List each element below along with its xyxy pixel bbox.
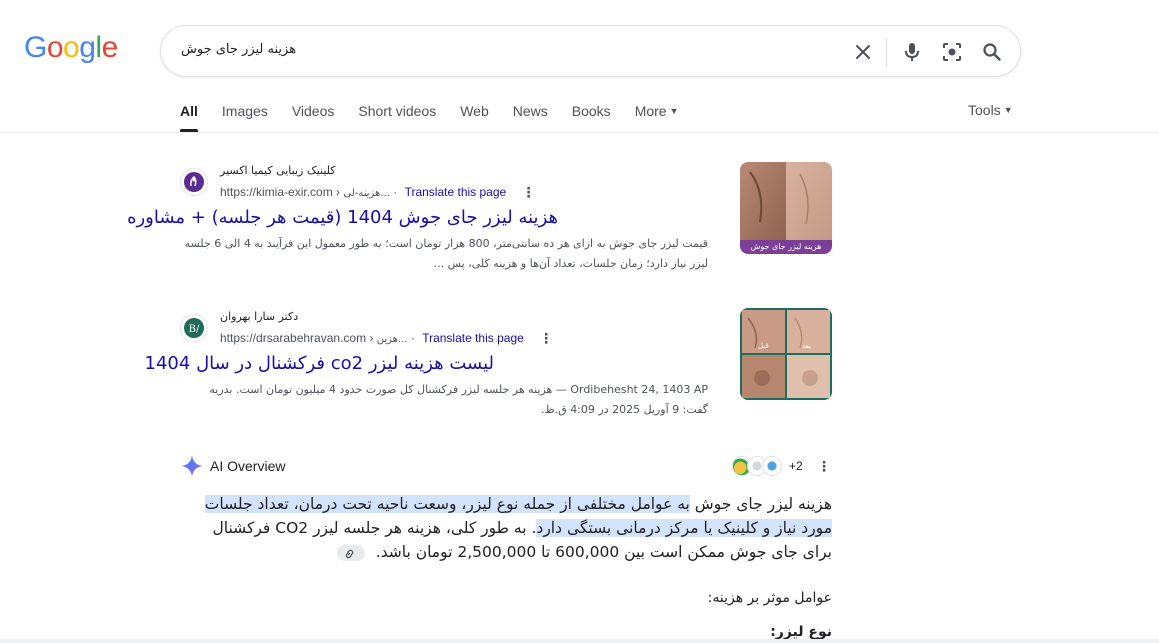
tab-news[interactable]: News — [513, 102, 548, 132]
result-thumbnail[interactable]: هزینه لیزر جای جوش — [740, 162, 832, 254]
thumbnail-caption: هزینه لیزر جای جوش — [750, 242, 822, 251]
search-result: B/ دکتر سارا بهروان https://drsarabehrav… — [145, 308, 832, 423]
citation-link-chip[interactable] — [336, 544, 365, 561]
site-name[interactable]: دکتر سارا بهروان — [220, 310, 298, 323]
site-url-line: https://kimia-exir.com › هزینه-لی... · T… — [220, 184, 536, 201]
tab-more[interactable]: More ▼ — [635, 102, 679, 132]
search-result: کلینیک زیبایی کیمیا اکسیر https://kimia-… — [127, 162, 832, 277]
tab-short-videos[interactable]: Short videos — [358, 102, 436, 132]
search-tabs: All Images Videos Short videos Web News … — [180, 102, 703, 132]
ai-overview-paragraph: هزینه لیزر جای جوش به عوامل مختلفی از جم… — [180, 492, 832, 564]
search-box[interactable]: هزینه لیزر جای جوش — [160, 25, 1021, 77]
tab-all[interactable]: All — [180, 102, 198, 132]
result-thumbnail[interactable]: قبل بعد — [740, 308, 832, 400]
tab-label: News — [512, 103, 548, 119]
site-favicon[interactable] — [180, 168, 208, 196]
url-breadcrumb: هزین... — [376, 334, 408, 345]
tab-label: All — [180, 103, 198, 119]
site-url[interactable]: https://kimia-exir.com — [220, 185, 333, 199]
site-url[interactable]: https://drsarabehravan.com — [220, 331, 366, 345]
snippet-line: لیزر نیاز دارد؛ زمان جلسات، تعداد آن‌ها … — [433, 257, 708, 270]
snippet-line: گفت: 9 آوریل 2025 در 4:09 ق.ظ. — [540, 403, 708, 416]
tab-label: Books — [571, 103, 611, 119]
search-icon[interactable] — [979, 39, 1005, 65]
tools-button[interactable]: Tools ▼ — [968, 102, 1013, 118]
ai-overview-title: AI Overview — [210, 458, 286, 474]
snippet-line: Ordibehesht 24, 1403 AP — هزینه هر جلسه … — [209, 383, 708, 396]
result-title[interactable]: هزینه لیزر جای جوش 1404 (قیمت هر جلسه) +… — [127, 207, 558, 228]
header-divider — [0, 132, 1159, 133]
svg-text:B/: B/ — [189, 324, 200, 335]
tab-web[interactable]: Web — [460, 102, 489, 132]
search-input[interactable]: هزینه لیزر جای جوش — [181, 42, 296, 57]
sources-more-count[interactable]: +2 — [789, 459, 803, 473]
microphone-icon[interactable] — [899, 39, 925, 65]
logo-letter: g — [79, 31, 96, 64]
result-snippet: قیمت لیزر جای جوش به ازای هر ده سانتی‌مت… — [180, 234, 708, 274]
site-favicon[interactable]: B/ — [180, 314, 208, 342]
tab-label: Images — [221, 103, 268, 119]
source-favicon[interactable] — [762, 456, 782, 476]
ai-subheading: عوامل موثر بر هزینه: — [707, 590, 832, 606]
result-title[interactable]: لیست هزینه لیزر co2 فرکشنال در سال 1404 — [145, 353, 494, 374]
caret-down-icon: ▼ — [669, 106, 679, 116]
lens-icon[interactable] — [939, 39, 965, 65]
ai-sources[interactable]: +2 — [732, 456, 803, 476]
url-breadcrumb: هزینه-لی... — [343, 188, 390, 199]
sparkle-icon — [180, 454, 204, 483]
tools-label: Tools — [968, 102, 1001, 118]
thumbnail-label-before: قبل — [758, 342, 769, 350]
clear-icon[interactable] — [850, 39, 876, 65]
dot-separator: · — [410, 331, 419, 345]
more-options-icon[interactable]: ⋮ — [522, 184, 536, 201]
tab-label: More — [634, 103, 667, 119]
google-logo[interactable]: Google — [24, 33, 118, 63]
search-divider — [886, 38, 887, 67]
tab-books[interactable]: Books — [572, 102, 611, 132]
tab-label: Web — [460, 103, 489, 119]
logo-letter: e — [101, 31, 119, 64]
ai-subitem: نوع لیزر: — [770, 624, 832, 640]
ai-overview-header: AI Overview +2 ⋮ — [180, 454, 832, 480]
logo-letter: o — [46, 31, 64, 64]
ai-text-plain: هزینه لیزر جای جوش — [689, 495, 832, 513]
more-options-icon[interactable]: ⋮ — [539, 330, 553, 347]
more-options-icon[interactable]: ⋮ — [817, 458, 831, 475]
site-url-line: https://drsarabehravan.com › هزین... · T… — [220, 330, 553, 347]
tab-label: Videos — [291, 103, 335, 119]
bottom-scroll-bar — [0, 639, 1159, 643]
tab-videos[interactable]: Videos — [292, 102, 335, 132]
caret-down-icon: ▼ — [1003, 105, 1013, 115]
logo-letter: G — [24, 31, 47, 64]
snippet-line: قیمت لیزر جای جوش به ازای هر ده سانتی‌مت… — [184, 237, 708, 250]
url-separator: › — [369, 331, 377, 345]
site-name[interactable]: کلینیک زیبایی کیمیا اکسیر — [220, 164, 336, 177]
logo-letter: o — [63, 31, 80, 64]
thumbnail-label-after: بعد — [802, 342, 811, 350]
tab-label: Short videos — [358, 103, 437, 119]
translate-link[interactable]: Translate this page — [405, 185, 507, 199]
tab-images[interactable]: Images — [222, 102, 268, 132]
dot-separator: · — [393, 185, 401, 199]
result-snippet: Ordibehesht 24, 1403 AP — هزینه هر جلسه … — [180, 380, 708, 420]
translate-link[interactable]: Translate this page — [422, 331, 524, 345]
